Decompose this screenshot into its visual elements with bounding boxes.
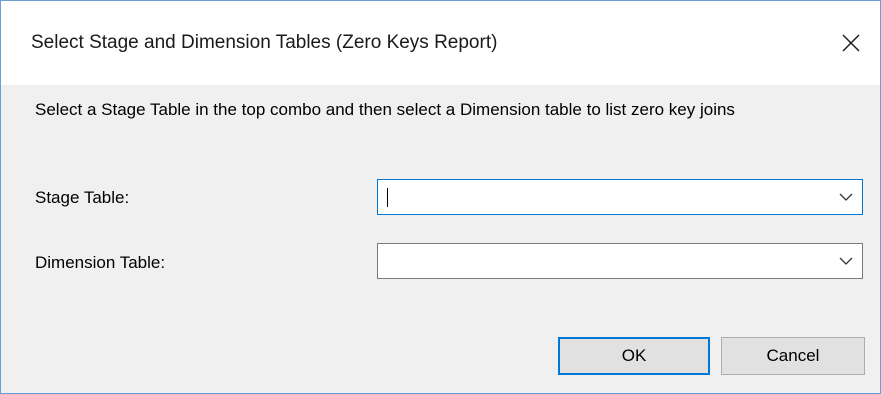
cancel-button[interactable]: Cancel bbox=[721, 337, 865, 375]
stage-table-label: Stage Table: bbox=[35, 188, 130, 207]
stage-table-combo[interactable] bbox=[377, 179, 863, 215]
instructions-text: Select a Stage Table in the top combo an… bbox=[35, 100, 735, 119]
ok-button[interactable]: OK bbox=[558, 337, 710, 375]
chevron-down-icon[interactable] bbox=[838, 191, 854, 203]
dialog-title: Select Stage and Dimension Tables (Zero … bbox=[31, 32, 498, 53]
close-icon bbox=[842, 34, 860, 52]
close-button[interactable] bbox=[822, 17, 880, 69]
title-bar: Select Stage and Dimension Tables (Zero … bbox=[1, 1, 880, 85]
dialog-body: Select a Stage Table in the top combo an… bbox=[1, 85, 880, 393]
dimension-table-label: Dimension Table: bbox=[35, 253, 166, 272]
chevron-down-icon[interactable] bbox=[838, 255, 854, 267]
dialog-window: Select Stage and Dimension Tables (Zero … bbox=[0, 0, 881, 394]
text-caret bbox=[387, 188, 388, 207]
dimension-table-combo[interactable] bbox=[377, 243, 863, 279]
